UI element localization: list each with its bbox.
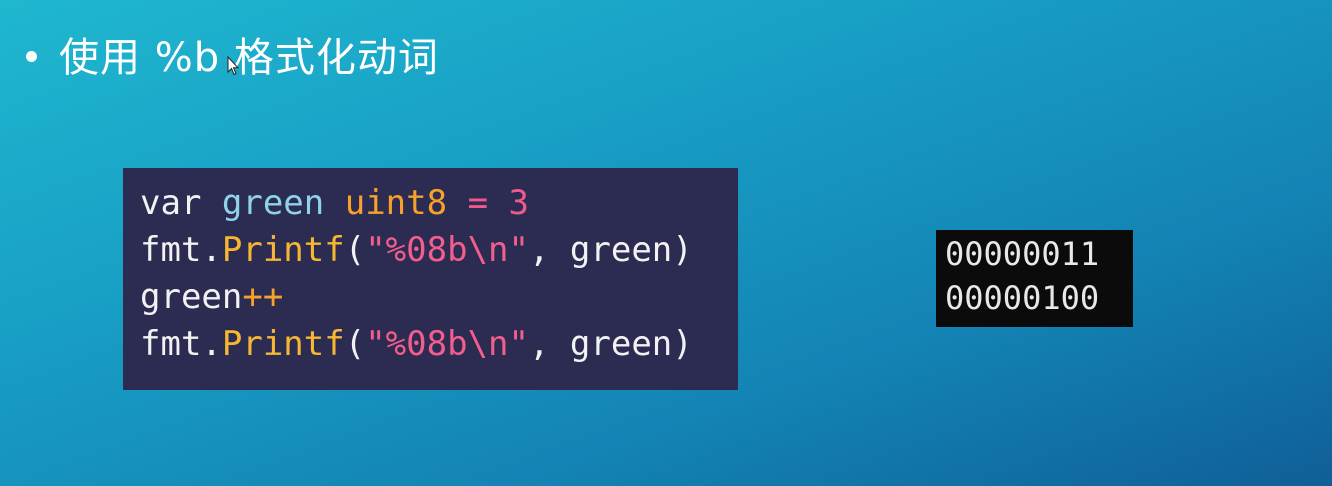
code-token: fmt. [140,230,222,270]
code-token: "%08b\n" [365,230,529,270]
code-token: , green) [528,324,693,364]
code-line: fmt.Printf("%08b\n", green) [140,227,738,274]
code-token: Printf [221,324,345,364]
output-line: 00000011 [945,235,1100,273]
code-token: ++ [242,277,284,317]
code-line: green++ [140,274,738,321]
code-token: fmt. [140,324,222,364]
code-token: = [467,183,489,223]
mouse-pointer-icon [227,56,239,76]
code-token: , green) [528,230,693,270]
code-token: 3 [508,183,530,223]
code-token: green [221,183,325,223]
output-line: 00000100 [945,279,1100,317]
code-token: green [140,277,243,317]
code-token: Printf [221,230,345,270]
code-token: ( [344,230,366,270]
code-token: var [140,183,222,223]
code-token: ( [344,324,366,364]
code-token: "%08b\n" [365,324,529,364]
code-line: var green uint8 = 3 [140,180,738,227]
code-block: var green uint8 = 3 fmt.Printf("%08b\n",… [123,168,738,390]
bullet-icon [26,50,37,62]
code-line: fmt.Printf("%08b\n", green) [140,321,738,368]
slide-title-text: 使用 %b 格式化动词 [59,35,439,81]
code-token: uint8 [344,183,448,223]
terminal-output: 00000011 00000100 [936,230,1133,327]
